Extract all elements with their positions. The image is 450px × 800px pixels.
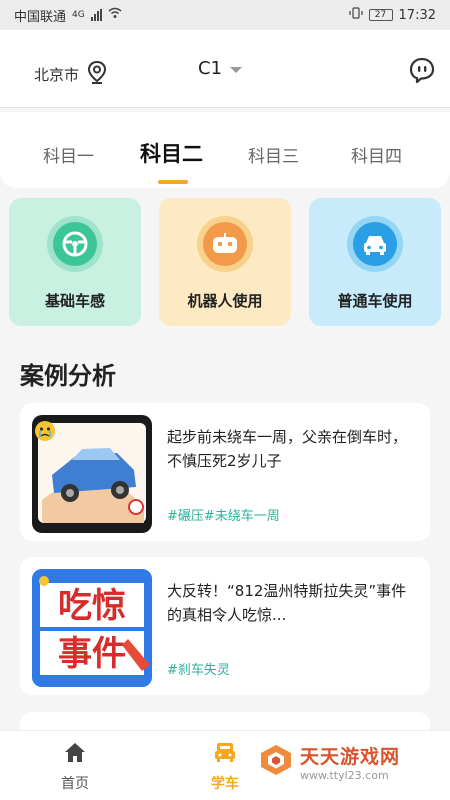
watermark-url: www.ttyl23.com (300, 769, 389, 782)
status-bar: 中国联通 4G 27 17:32 (0, 0, 450, 30)
feature-card-robot[interactable]: 机器人使用 (159, 198, 291, 326)
city-selector[interactable]: 北京市 (34, 60, 107, 88)
case-title: 大反转！“812温州特斯拉失灵”事件的真相令人吃惊... (167, 582, 407, 624)
case-tags: #刹车失灵 (167, 663, 230, 678)
nav-item-learn-car[interactable]: 学车 (195, 741, 255, 793)
feature-card-basic-car-sense[interactable]: 基础车感 (9, 198, 141, 326)
wifi-icon (108, 7, 122, 23)
watermark-title: 天天游戏网 (300, 746, 401, 768)
feature-label: 普通车使用 (337, 292, 413, 310)
nav-item-home[interactable]: 首页 (45, 741, 105, 793)
tab-subject-1[interactable]: 科目一 (43, 142, 94, 167)
tab-subject-3[interactable]: 科目三 (248, 142, 299, 167)
watermark: 天天游戏网 www.ttyl23.com (258, 742, 400, 782)
robot-icon (203, 222, 247, 266)
chevron-down-icon (230, 66, 243, 73)
vibrate-icon (348, 7, 363, 23)
carrier-label: 中国联通 (14, 9, 67, 25)
tab-subject-2[interactable]: 科目二 (140, 138, 203, 168)
case-thumbnail: 吃惊 事件 (32, 569, 152, 687)
steering-wheel-icon (53, 222, 97, 266)
car-icon (353, 222, 397, 266)
feature-icon-ring (347, 216, 403, 272)
nav-label-home: 首页 (61, 776, 89, 792)
feature-icon-ring (47, 216, 103, 272)
case-card[interactable]: 起步前未绕车一周，父亲在倒车时，不慎压死2岁儿子 #碾压#未绕车一周 (20, 403, 430, 541)
watermark-logo-icon (258, 742, 294, 782)
home-icon (63, 741, 87, 767)
network-label: 4G (72, 10, 85, 20)
feature-label: 基础车感 (44, 292, 105, 310)
case-thumbnail (32, 415, 152, 533)
feature-card-normal-car[interactable]: 普通车使用 (309, 198, 441, 326)
tab-subject-4[interactable]: 科目四 (351, 142, 402, 167)
battery-level: 27 (374, 10, 387, 20)
section-title: 案例分析 (20, 362, 116, 390)
clock: 17:32 (398, 7, 436, 23)
case-title: 起步前未绕车一周，父亲在倒车时，不慎压死2岁儿子 (167, 428, 408, 470)
active-tab-indicator (158, 180, 188, 184)
message-icon[interactable] (408, 56, 436, 84)
license-selector[interactable]: C1 (198, 58, 243, 79)
city-label: 北京市 (34, 65, 80, 84)
learn-car-icon (213, 741, 237, 767)
battery-icon: 27 (368, 9, 393, 21)
signal-icon (90, 9, 102, 21)
thumbnail-text-top: 吃惊 (58, 586, 126, 626)
location-pin-icon (87, 60, 107, 88)
license-label: C1 (198, 58, 223, 79)
header: 北京市 C1 (0, 30, 450, 108)
subject-tabs: 科目一 科目二 科目三 科目四 (0, 112, 450, 188)
thumbnail-text-bottom: 事件 (58, 634, 126, 674)
case-tags: #碾压#未绕车一周 (167, 509, 280, 524)
feature-label: 机器人使用 (187, 292, 263, 310)
feature-icon-ring (197, 216, 253, 272)
case-card[interactable]: 吃惊 事件 大反转！“812温州特斯拉失灵”事件的真相令人吃惊... #刹车失灵 (20, 557, 430, 695)
nav-label-learn-car: 学车 (211, 776, 239, 792)
